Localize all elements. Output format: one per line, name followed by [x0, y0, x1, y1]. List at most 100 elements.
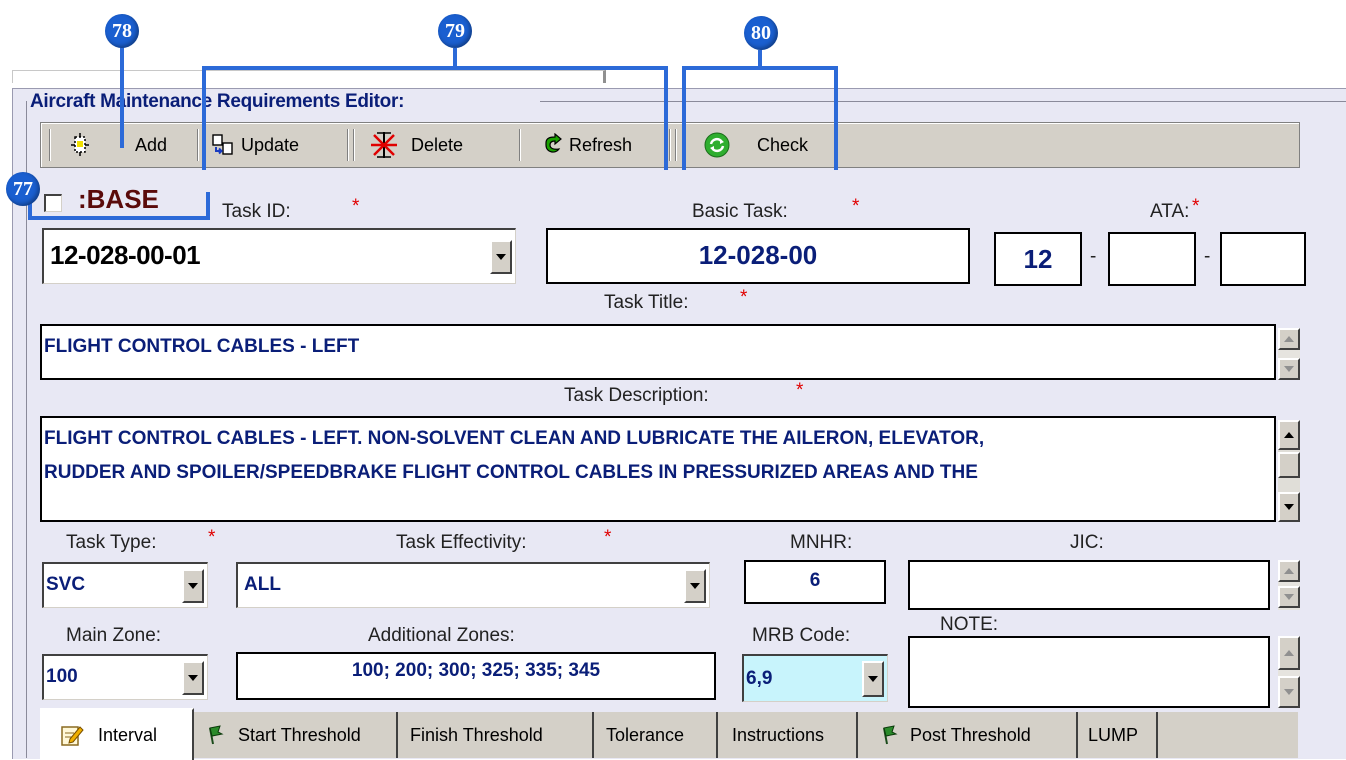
toolbar: Add Update Delete Refresh Check — [40, 122, 1300, 168]
task-id-combobox[interactable]: 12-028-00-01 — [42, 228, 516, 284]
mnhr-label: MNHR: — [790, 532, 853, 553]
required-marker: * — [1192, 196, 1200, 217]
callout-marker: 77 — [6, 172, 40, 206]
tab-start-threshold[interactable]: Start Threshold — [192, 712, 398, 758]
callout-marker: 78 — [105, 14, 139, 48]
toolbar-separator — [353, 129, 355, 161]
jic-label: JIC: — [1070, 532, 1104, 553]
callout-bracket-79 — [664, 66, 668, 170]
task-id-dropdown-button[interactable] — [490, 240, 512, 274]
basic-task-field[interactable]: 12-028-00 — [546, 228, 970, 284]
task-effectivity-label: Task Effectivity: — [396, 532, 527, 553]
task-title-scrollbar[interactable] — [1278, 328, 1300, 380]
scroll-up-button[interactable] — [1278, 420, 1300, 450]
tab-lump[interactable]: LUMP — [1078, 712, 1158, 758]
callout-bracket-80 — [682, 66, 686, 170]
tab-bar: Interval Start Threshold Finish Threshol… — [40, 708, 1298, 760]
scroll-down-button[interactable] — [1278, 492, 1300, 522]
editor-title: Aircraft Maintenance Requirements Editor… — [30, 91, 409, 113]
tab-label: Finish Threshold — [410, 724, 543, 745]
main-zone-label: Main Zone: — [66, 625, 162, 646]
scroll-up-button[interactable] — [1278, 328, 1300, 350]
mnhr-value: 6 — [809, 570, 821, 591]
task-description-line: FLIGHT CONTROL CABLES - LEFT. NON-SOLVEN… — [44, 428, 985, 449]
toolbar-separator — [669, 129, 671, 161]
main-zone-value: 100 — [46, 666, 78, 687]
main-zone-dropdown-button[interactable] — [182, 661, 204, 695]
note-scrollbar[interactable] — [1278, 636, 1300, 708]
ata-chapter-value: 12 — [1023, 244, 1053, 274]
delete-button[interactable]: Delete — [369, 123, 463, 167]
mnhr-field[interactable]: 6 — [744, 560, 886, 604]
tab-label: Instructions — [732, 724, 825, 745]
arrow-up-icon — [1284, 650, 1294, 656]
upper-frame — [12, 70, 606, 83]
tab-label: Interval — [98, 724, 158, 745]
task-title-field[interactable]: FLIGHT CONTROL CABLES - LEFT — [40, 324, 1276, 380]
mrb-code-dropdown-button[interactable] — [862, 661, 884, 697]
arrow-up-icon — [1284, 432, 1294, 438]
task-description-field[interactable]: FLIGHT CONTROL CABLES - LEFT. NON-SOLVEN… — [40, 416, 1276, 522]
scrollbar-thumb[interactable] — [1278, 452, 1300, 478]
update-button[interactable]: Update — [211, 123, 299, 167]
task-description-label: Task Description: — [564, 385, 709, 406]
scroll-down-button[interactable] — [1278, 676, 1300, 708]
task-effectivity-combobox[interactable]: ALL — [236, 562, 710, 608]
task-type-dropdown-button[interactable] — [182, 569, 204, 603]
refresh-button[interactable]: Refresh — [541, 123, 632, 167]
required-marker: * — [740, 287, 748, 308]
main-zone-combobox[interactable]: 100 — [42, 654, 208, 700]
task-id-value: 12-028-00-01 — [50, 240, 201, 270]
scroll-down-button[interactable] — [1278, 358, 1300, 380]
callout-bracket-79 — [202, 66, 668, 70]
jic-field[interactable] — [908, 560, 1270, 610]
update-button-label: Update — [241, 134, 300, 155]
tab-interval[interactable]: Interval — [40, 708, 194, 760]
task-type-value: SVC — [46, 574, 86, 595]
add-button[interactable]: Add — [67, 123, 167, 167]
task-type-combobox[interactable]: SVC — [42, 562, 208, 608]
callout-bracket-77 — [28, 216, 210, 220]
group-border-top — [540, 101, 1346, 102]
ata-chapter-field[interactable]: 12 — [994, 232, 1082, 286]
refresh-icon — [541, 132, 565, 157]
delete-button-label: Delete — [411, 134, 464, 155]
scroll-up-button[interactable] — [1278, 636, 1300, 670]
basic-task-label: Basic Task: — [692, 201, 788, 222]
task-effectivity-dropdown-button[interactable] — [684, 569, 706, 603]
task-description-line: RUDDER AND SPOILER/SPEEDBRAKE FLIGHT CON… — [44, 462, 978, 483]
note-label: NOTE: — [940, 614, 999, 635]
callout-marker: 79 — [438, 14, 472, 48]
arrow-down-icon — [1284, 689, 1294, 695]
tab-tolerance[interactable]: Tolerance — [596, 712, 718, 758]
arrow-up-icon — [1284, 568, 1294, 574]
check-button[interactable]: Check — [703, 123, 808, 167]
task-title-value: FLIGHT CONTROL CABLES - LEFT — [44, 336, 360, 357]
scroll-down-button[interactable] — [1278, 586, 1300, 608]
chevron-down-icon — [690, 583, 700, 589]
tab-label: Start Threshold — [238, 724, 361, 745]
flag-icon — [878, 724, 898, 746]
additional-zones-field[interactable]: 100; 200; 300; 325; 335; 345 — [236, 652, 716, 700]
refresh-button-label: Refresh — [569, 134, 633, 155]
chevron-down-icon — [868, 676, 878, 682]
ata-label: ATA: — [1150, 201, 1190, 222]
tab-label: Post Threshold — [910, 724, 1031, 745]
mrb-code-value: 6,9 — [746, 668, 773, 689]
mrb-code-combobox[interactable]: 6,9 — [742, 654, 888, 702]
update-icon — [211, 133, 235, 157]
scroll-up-button[interactable] — [1278, 560, 1300, 582]
ata-section-field[interactable] — [1108, 232, 1196, 286]
base-checkbox[interactable] — [44, 194, 62, 212]
tab-finish-threshold[interactable]: Finish Threshold — [398, 712, 594, 758]
tab-instructions[interactable]: Instructions — [720, 712, 858, 758]
tab-post-threshold[interactable]: Post Threshold — [860, 712, 1078, 758]
jic-scrollbar[interactable] — [1278, 560, 1300, 610]
note-field[interactable] — [908, 636, 1270, 708]
arrow-down-icon — [1284, 594, 1294, 600]
toolbar-separator — [519, 129, 521, 161]
flag-icon — [204, 724, 224, 746]
task-description-scrollbar[interactable] — [1278, 420, 1300, 522]
ata-subject-field[interactable] — [1220, 232, 1306, 286]
task-id-label: Task ID: — [222, 201, 291, 222]
